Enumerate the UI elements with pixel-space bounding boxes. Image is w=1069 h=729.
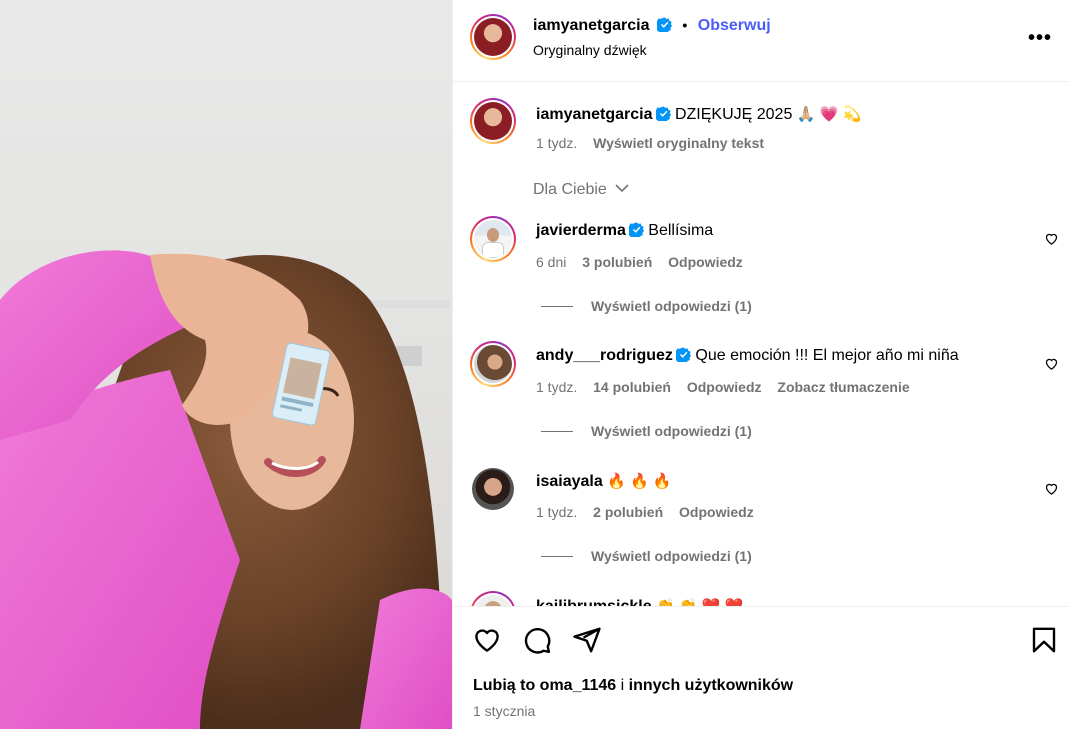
post-side-panel: iamyanetgarcia • Obserwuj Oryginalny dźw… <box>452 0 1069 729</box>
separator-dot: • <box>682 17 688 33</box>
author-username[interactable]: iamyanetgarcia <box>533 17 650 34</box>
reply-button[interactable]: Odpowiedz <box>687 379 762 395</box>
author-avatar[interactable] <box>470 14 516 60</box>
audio-label[interactable]: Oryginalny dźwięk <box>533 42 647 58</box>
replies-divider-line <box>541 555 573 557</box>
comment-text: Bellísima <box>648 222 714 239</box>
view-original-text-button[interactable]: Wyświetl oryginalny tekst <box>593 135 764 151</box>
comment-likes-count[interactable]: 14 polubień <box>593 379 671 395</box>
chevron-down-icon <box>615 184 629 193</box>
comment-likes-count[interactable]: 2 polubień <box>593 504 663 520</box>
comment-username[interactable]: isaiayala <box>536 473 603 490</box>
comment-line: andy___rodriguez Que emoción !!! El mejo… <box>536 347 959 365</box>
comment-time[interactable]: 1 tydz. <box>536 379 577 395</box>
like-heart-icon[interactable] <box>472 625 502 655</box>
comment-bubble-icon[interactable] <box>522 625 552 655</box>
verified-badge-icon <box>675 347 691 362</box>
comment-like-heart-icon[interactable] <box>1044 356 1059 371</box>
likes-user-link[interactable]: oma_1146 <box>540 677 617 694</box>
save-bookmark-icon[interactable] <box>1029 625 1059 655</box>
replies-divider-line <box>541 305 573 307</box>
comment-text: Que emoción !!! El mejor año mi niña <box>695 347 959 364</box>
comment-line: javierderma Bellísima <box>536 222 713 240</box>
comment-avatar[interactable] <box>472 468 514 510</box>
likes-prefix: Lubią to <box>473 677 536 694</box>
caption-emojis: 🙏🏼 💗 💫 <box>796 106 862 123</box>
comment-sort-dropdown[interactable]: Dla Ciebie <box>533 181 629 199</box>
more-options-icon[interactable]: ••• <box>1028 27 1052 50</box>
comment-like-heart-icon[interactable] <box>1044 231 1059 246</box>
comment-line: isaiayala 🔥 🔥 🔥 <box>536 472 672 491</box>
post-date[interactable]: 1 stycznia <box>473 703 535 719</box>
comment-sort-label: Dla Ciebie <box>533 181 607 198</box>
view-replies-button[interactable]: Wyświetl odpowiedzi (1) <box>541 298 752 314</box>
post-actions-footer <box>453 606 1069 729</box>
caption-time[interactable]: 1 tydz. <box>536 135 577 151</box>
comment-time[interactable]: 1 tydz. <box>536 504 577 520</box>
reply-button[interactable]: Odpowiedz <box>668 254 743 270</box>
comment-username[interactable]: javierderma <box>536 222 626 239</box>
view-replies-button[interactable]: Wyświetl odpowiedzi (1) <box>541 548 752 564</box>
comment-likes-count[interactable]: 3 polubień <box>582 254 652 270</box>
comment-meta: 6 dni 3 polubień Odpowiedz <box>536 254 755 270</box>
post-media-illustration <box>0 250 452 729</box>
caption-line: iamyanetgarcia DZIĘKUJĘ 2025 🙏🏼 💗 💫 <box>536 105 861 124</box>
comment-avatar[interactable] <box>470 341 516 387</box>
post-media-video[interactable] <box>0 0 452 729</box>
caption-username[interactable]: iamyanetgarcia <box>536 106 653 123</box>
comment-text: 🔥 🔥 🔥 <box>607 473 672 490</box>
comment-avatar[interactable] <box>470 216 516 262</box>
caption-meta: 1 tydz. Wyświetl oryginalny tekst <box>536 135 776 151</box>
follow-button[interactable]: Obserwuj <box>698 17 771 34</box>
verified-badge-icon <box>628 222 644 237</box>
share-paper-plane-icon[interactable] <box>572 625 602 655</box>
likes-summary: Lubią to oma_1146 i innych użytkowników <box>473 677 793 695</box>
comment-meta: 1 tydz. 14 polubień Odpowiedz Zobacz tłu… <box>536 379 922 395</box>
caption-text: DZIĘKUJĘ 2025 <box>674 106 793 123</box>
comment-meta: 1 tydz. 2 polubień Odpowiedz <box>536 504 766 520</box>
view-replies-label: Wyświetl odpowiedzi (1) <box>591 548 752 564</box>
verified-badge-icon <box>655 106 671 121</box>
likes-mid: i <box>620 677 625 694</box>
post-header: iamyanetgarcia • Obserwuj Oryginalny dźw… <box>453 0 1069 82</box>
see-translation-button[interactable]: Zobacz tłumaczenie <box>777 379 909 395</box>
reply-button[interactable]: Odpowiedz <box>679 504 754 520</box>
view-replies-button[interactable]: Wyświetl odpowiedzi (1) <box>541 423 752 439</box>
caption-avatar[interactable] <box>470 98 516 144</box>
comment-time[interactable]: 6 dni <box>536 254 566 270</box>
replies-divider-line <box>541 430 573 432</box>
view-replies-label: Wyświetl odpowiedzi (1) <box>591 298 752 314</box>
verified-badge-icon <box>656 17 672 32</box>
comment-username[interactable]: andy___rodriguez <box>536 347 673 364</box>
comment-like-heart-icon[interactable] <box>1044 481 1059 496</box>
likes-others-link[interactable]: innych użytkowników <box>629 677 793 694</box>
view-replies-label: Wyświetl odpowiedzi (1) <box>591 423 752 439</box>
